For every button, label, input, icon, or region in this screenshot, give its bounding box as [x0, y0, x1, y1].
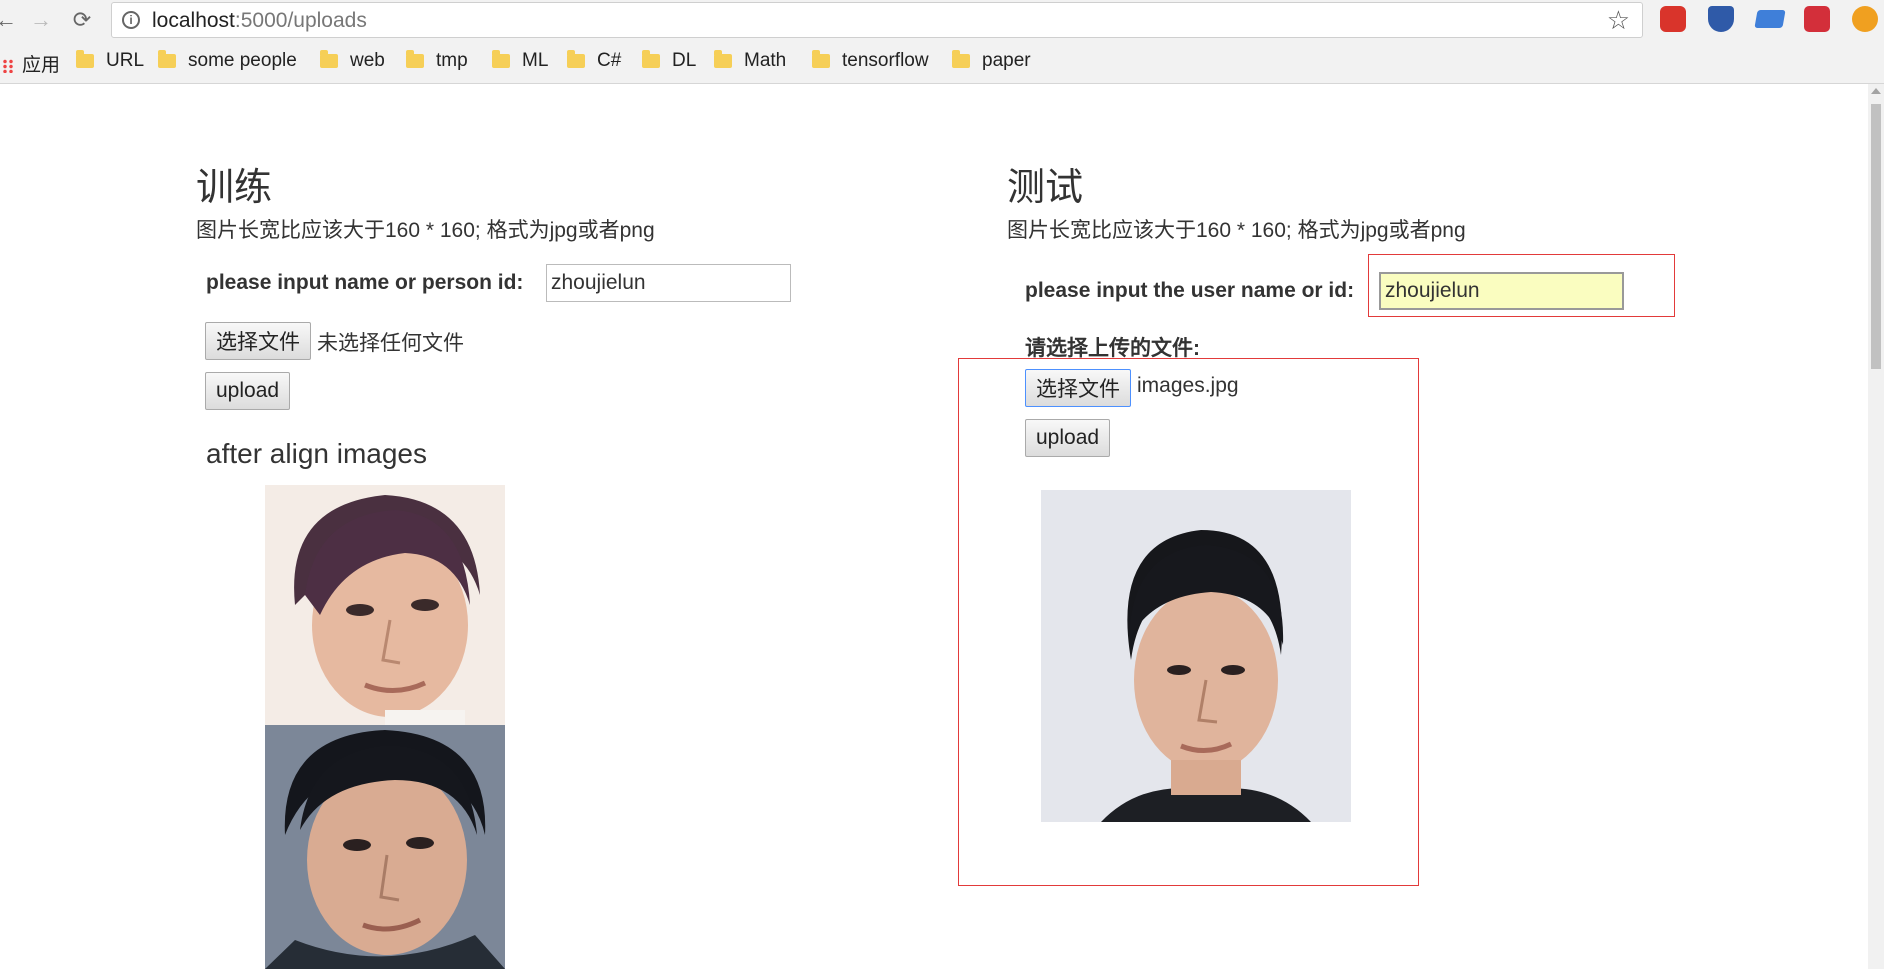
reload-icon[interactable]: ⟳ — [68, 6, 96, 34]
aligned-face-image-1 — [265, 485, 505, 725]
test-hint: 图片长宽比应该大于160 * 160; 格式为jpg或者png — [1007, 219, 1466, 242]
aligned-face-image-2 — [265, 725, 505, 969]
folder-icon — [567, 50, 585, 68]
folder-icon — [812, 50, 830, 68]
bookmark-ml[interactable]: ML — [492, 50, 548, 74]
folder-icon — [320, 50, 338, 68]
test-file-prompt: 请选择上传的文件: — [1025, 337, 1200, 360]
folder-icon — [76, 50, 94, 68]
train-title: 训练 — [196, 167, 273, 209]
bookmark-tmp[interactable]: tmp — [406, 50, 468, 74]
fast-forward-icon[interactable] — [1804, 6, 1830, 32]
folder-icon — [642, 50, 660, 68]
folder-icon — [158, 50, 176, 68]
folder-icon — [714, 50, 732, 68]
train-name-label: please input name or person id: — [206, 271, 524, 294]
bookmark-url[interactable]: URL — [76, 50, 144, 74]
test-upload-button[interactable]: upload — [1025, 419, 1111, 457]
bookmark-dl[interactable]: DL — [642, 50, 696, 74]
test-face-image — [1041, 490, 1351, 822]
bookmark-tensorflow[interactable]: tensorflow — [812, 50, 929, 74]
address-bar[interactable]: i localhost:5000/uploads ☆ — [111, 2, 1643, 38]
bookmark-paper[interactable]: paper — [952, 50, 1031, 74]
page-scrollbar[interactable] — [1868, 84, 1884, 969]
bookmark-web[interactable]: web — [320, 50, 385, 74]
graduation-cap-icon[interactable] — [1754, 10, 1786, 28]
folder-icon — [492, 50, 510, 68]
scrollbar-thumb[interactable] — [1871, 104, 1881, 369]
folder-icon — [952, 50, 970, 68]
train-file-status: 未选择任何文件 — [317, 332, 464, 355]
apps-icon — [2, 59, 14, 73]
bookmark-star-icon[interactable]: ☆ — [1607, 5, 1630, 36]
forward-icon[interactable]: → — [27, 6, 55, 34]
train-upload-button[interactable]: upload — [205, 372, 291, 410]
train-choose-file-button[interactable]: 选择文件 — [205, 322, 311, 360]
bookmarks-bar: 应用 URL some people web tmp ML C# DL Math… — [0, 40, 1884, 84]
back-icon[interactable]: ← — [0, 6, 20, 34]
bookmark-math[interactable]: Math — [714, 50, 786, 74]
page-content: 训练 图片长宽比应该大于160 * 160; 格式为jpg或者png pleas… — [0, 84, 1884, 969]
test-file-status: images.jpg — [1137, 374, 1239, 397]
browser-toolbar: ← → ⟳ i localhost:5000/uploads ☆ — [0, 0, 1884, 40]
aligned-images-heading: after align images — [206, 438, 428, 469]
test-name-input[interactable] — [1379, 272, 1624, 310]
adblock-icon[interactable] — [1660, 6, 1686, 32]
shield-icon[interactable] — [1708, 6, 1734, 32]
test-title: 测试 — [1007, 167, 1084, 209]
alert-icon[interactable] — [1852, 6, 1878, 32]
info-icon[interactable]: i — [122, 11, 140, 29]
url-text[interactable]: localhost:5000/uploads — [152, 9, 367, 33]
train-name-input[interactable] — [546, 264, 791, 302]
scroll-up-icon[interactable] — [1871, 88, 1881, 94]
bookmark-apps[interactable]: 应用 — [2, 50, 60, 76]
folder-icon — [406, 50, 424, 68]
train-hint: 图片长宽比应该大于160 * 160; 格式为jpg或者png — [196, 219, 655, 242]
test-choose-file-button[interactable]: 选择文件 — [1025, 369, 1131, 407]
bookmark-csharp[interactable]: C# — [567, 50, 621, 74]
test-name-label: please input the user name or id: — [1025, 279, 1355, 302]
bookmark-some-people[interactable]: some people — [158, 50, 297, 74]
